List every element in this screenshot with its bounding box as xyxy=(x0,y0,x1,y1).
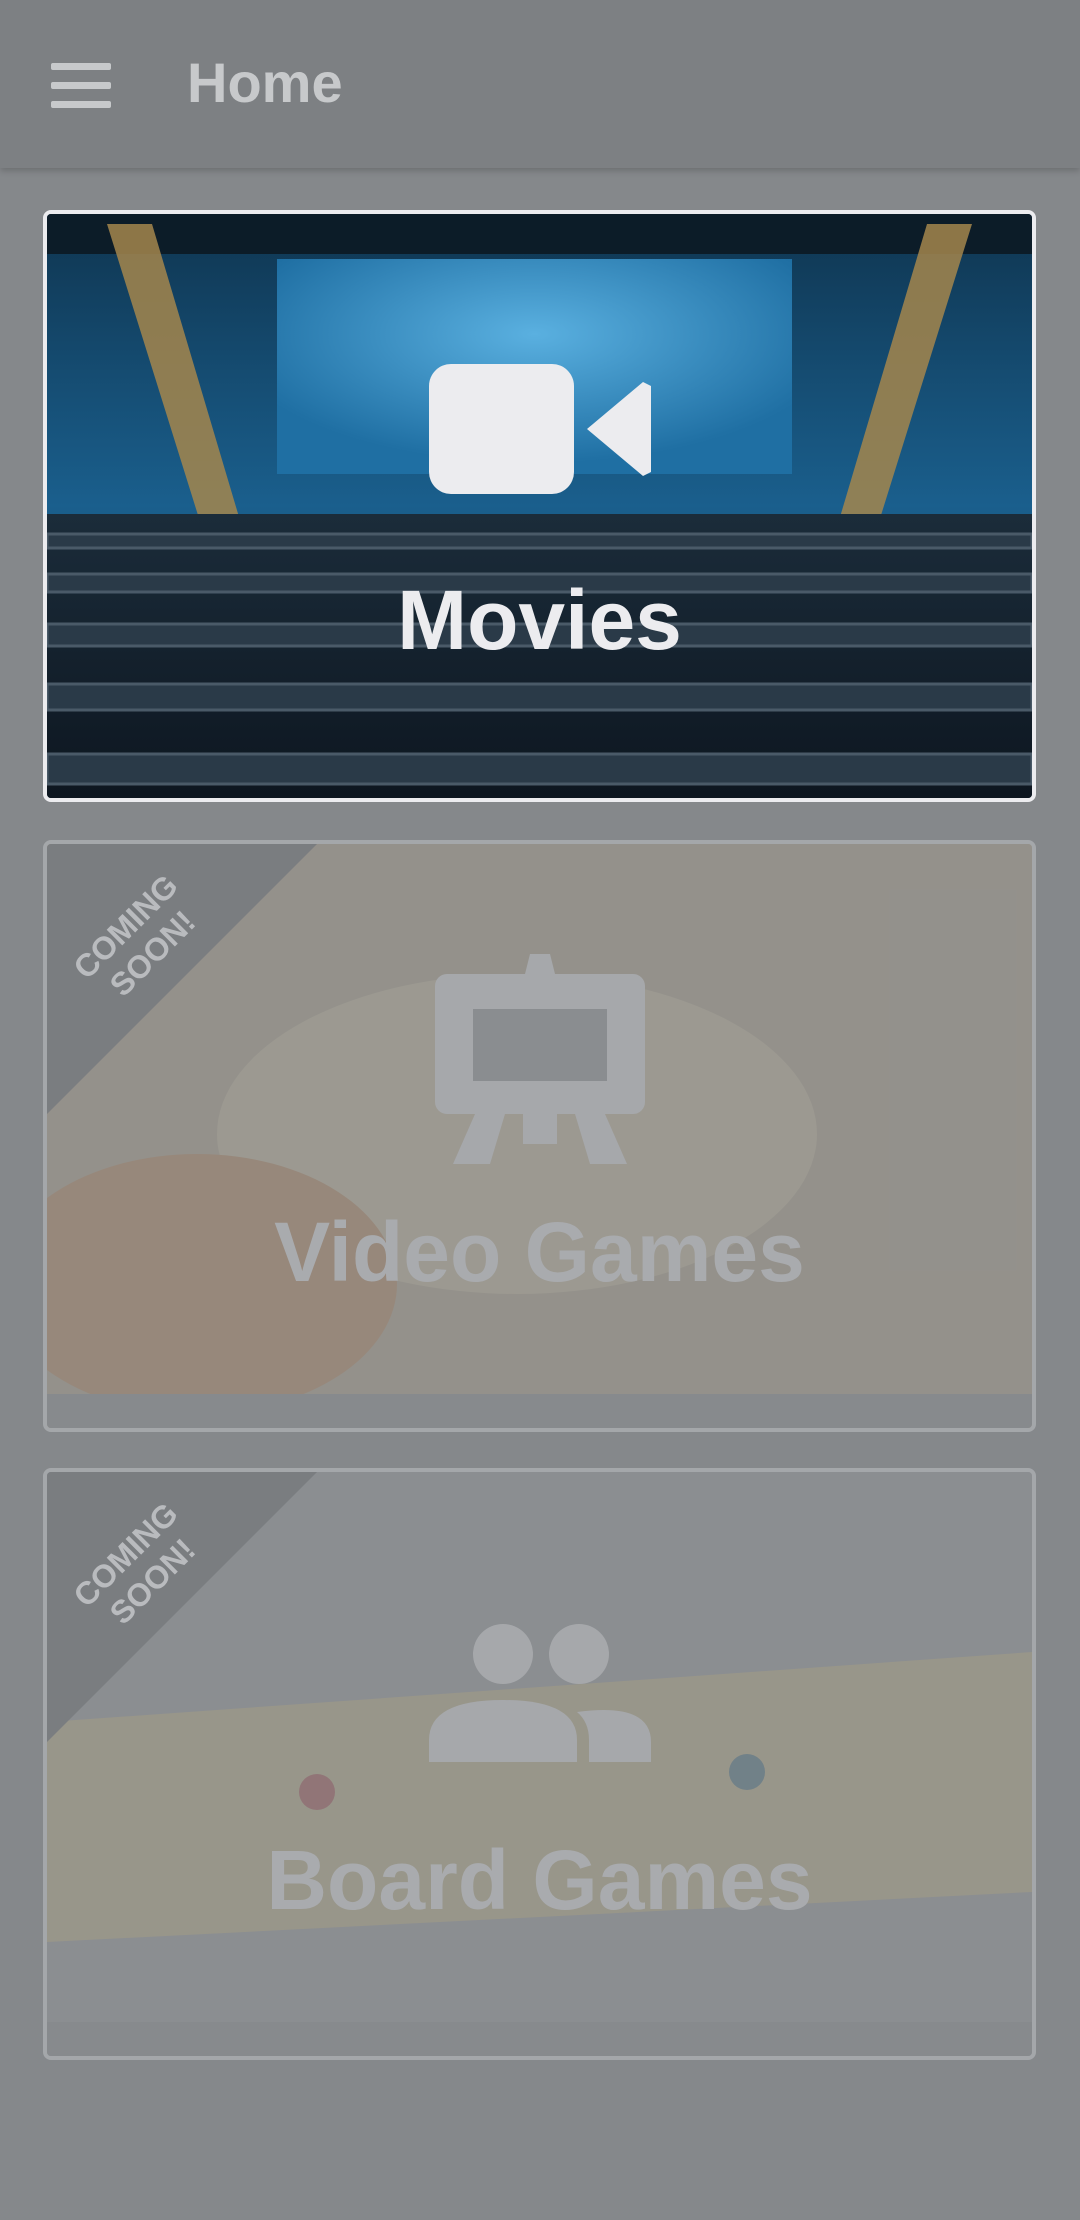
arcade-icon xyxy=(434,954,645,1164)
app-bar: Home xyxy=(0,0,1080,168)
menu-icon-bar xyxy=(51,101,111,108)
people-icon xyxy=(428,1624,651,1762)
video-games-card[interactable]: Video Games COMING SOON! xyxy=(43,840,1036,1432)
video-camera-icon xyxy=(428,364,651,494)
coming-soon-badge: COMING SOON! xyxy=(47,844,317,1114)
menu-button[interactable] xyxy=(34,46,130,122)
coming-soon-badge: COMING SOON! xyxy=(47,1472,317,1742)
page-title: Home xyxy=(187,51,343,114)
card-label: Video Games xyxy=(274,1205,805,1299)
menu-icon-bar xyxy=(51,82,111,89)
movies-card[interactable]: Movies xyxy=(43,210,1036,802)
menu-icon xyxy=(51,63,111,70)
theater-image xyxy=(47,214,1032,798)
board-games-card[interactable]: Board Games COMING SOON! xyxy=(43,1468,1036,2060)
card-label: Board Games xyxy=(266,1833,813,1927)
card-label: Movies xyxy=(397,573,682,667)
